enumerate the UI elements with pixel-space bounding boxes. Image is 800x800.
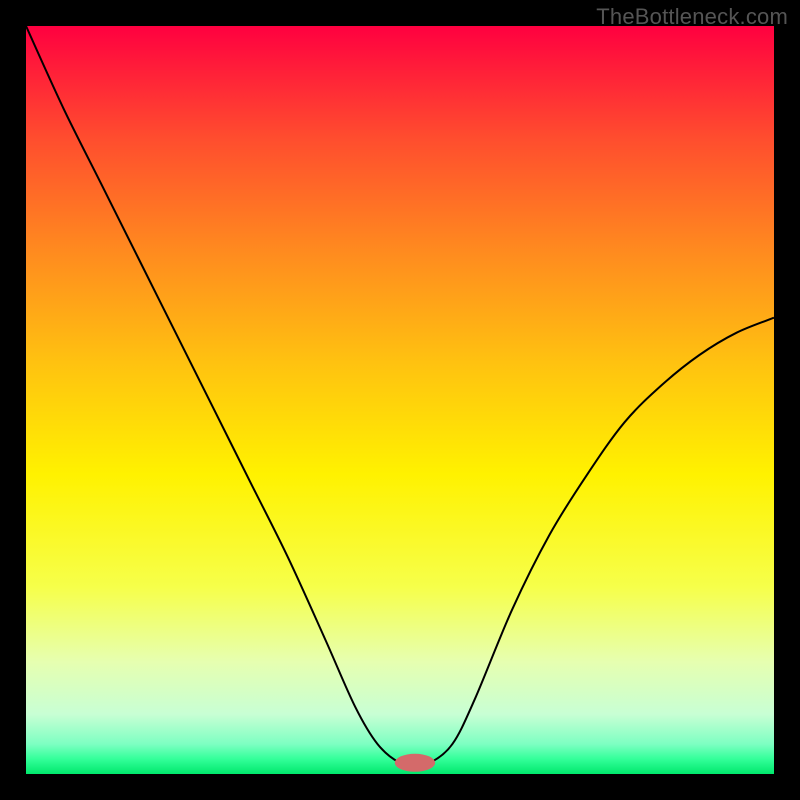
gradient-background (26, 26, 774, 774)
plot-area (26, 26, 774, 774)
watermark-label: TheBottleneck.com (596, 4, 788, 30)
bottleneck-chart (26, 26, 774, 774)
chart-frame: TheBottleneck.com (0, 0, 800, 800)
optimal-marker (395, 754, 435, 772)
